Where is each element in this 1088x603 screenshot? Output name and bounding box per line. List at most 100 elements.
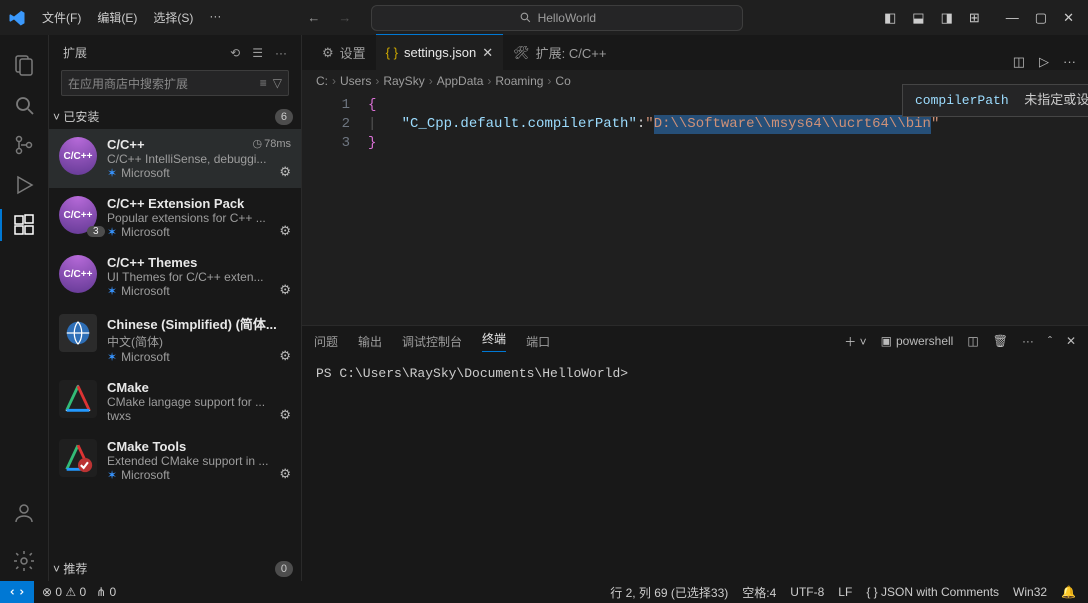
crumb[interactable]: RaySky [383, 74, 424, 88]
extension-name: CMake [107, 380, 291, 395]
recommended-section-header[interactable]: ˅ 推荐 0 [49, 556, 301, 581]
customize-layout-icon[interactable]: ⊞ [969, 10, 980, 26]
crumb[interactable]: Users [340, 74, 371, 88]
extension-item[interactable]: CMake Tools Extended CMake support in ..… [49, 431, 301, 490]
extension-item[interactable]: CMake CMake langage support for ... twxs… [49, 372, 301, 431]
title-bar: 文件(F) 编辑(E) 选择(S) ··· ← → HelloWorld ◧ ⬓… [0, 0, 1088, 35]
terminal-profile-label[interactable]: ▣powershell [881, 334, 954, 348]
status-problems[interactable]: ⊗ 0 ⚠ 0 [42, 585, 86, 599]
extension-desc: C/C++ IntelliSense, debuggi... [107, 152, 291, 166]
terminal-line: PS C:\Users\RaySky\Documents\HelloWorld> [316, 366, 628, 381]
activity-settings[interactable] [0, 541, 48, 581]
gear-icon[interactable]: ⚙ [279, 223, 291, 239]
gear-icon[interactable]: ⚙ [279, 348, 291, 364]
status-ports[interactable]: ⋔ 0 [96, 585, 116, 599]
back-icon[interactable]: ← [307, 10, 320, 25]
panel-tab-terminal[interactable]: 终端 [482, 330, 506, 352]
extension-search-input[interactable]: 在应用商店中搜索扩展 ≡▽ [61, 70, 289, 96]
code-line: 2| "C_Cpp.default.compilerPath": "D:\\So… [302, 115, 1088, 134]
token-brace: } [368, 134, 376, 153]
vscode-logo-icon [8, 9, 26, 27]
toggle-panel-icon[interactable]: ⬓ [912, 10, 924, 26]
panel-more-icon[interactable]: ··· [1022, 334, 1034, 348]
crumb[interactable]: AppData [437, 74, 484, 88]
panel-close-icon[interactable]: ✕ [1066, 334, 1076, 348]
crumb[interactable]: C: [316, 74, 328, 88]
menu-file[interactable]: 文件(F) [36, 5, 87, 30]
gear-icon[interactable]: ⚙ [279, 407, 291, 423]
chevron-down-icon: ˅ [53, 562, 60, 576]
search-clear-icon[interactable]: ≡ [260, 76, 267, 90]
menu-select[interactable]: 选择(S) [147, 5, 199, 30]
tab-settings-json[interactable]: { } settings.json ✕ [376, 34, 503, 70]
verified-icon: ✶ [107, 166, 117, 180]
gear-icon[interactable]: ⚙ [279, 282, 291, 298]
extension-desc: 中文(简体) [107, 333, 291, 350]
panel-tab-debugconsole[interactable]: 调试控制台 [402, 333, 462, 350]
status-encoding[interactable]: UTF-8 [790, 585, 824, 599]
close-icon[interactable]: ✕ [482, 45, 493, 61]
panel-tab-ports[interactable]: 端口 [526, 333, 550, 350]
forward-icon[interactable]: → [338, 10, 351, 25]
menu-more[interactable]: ··· [203, 5, 227, 30]
split-editor-icon[interactable]: ◫ [1013, 54, 1025, 70]
code-editor[interactable]: compilerPath 未指定或设置为 ${default} 时要在配置中使用… [302, 92, 1088, 325]
extension-item[interactable]: Chinese (Simplified) (简体... 中文(简体) ✶Micr… [49, 306, 301, 372]
extension-icon: C/C++ [59, 255, 97, 293]
more-actions-icon[interactable]: ··· [275, 46, 287, 60]
activity-account[interactable] [0, 493, 48, 533]
tab-settings[interactable]: ⚙ 设置 [312, 35, 376, 70]
search-filter-icon[interactable]: ▽ [273, 76, 282, 90]
tooltip-key: compilerPath [915, 93, 1009, 108]
more-tab-actions-icon[interactable]: ··· [1063, 54, 1076, 70]
extension-item[interactable]: C/C++ C/C++ C/C++ IntelliSense, debuggi.… [49, 129, 301, 188]
line-number: 3 [302, 134, 368, 153]
activity-search[interactable] [0, 85, 48, 125]
extensions-list: C/C++ C/C++ C/C++ IntelliSense, debuggi.… [49, 129, 301, 556]
verified-icon: ✶ [107, 468, 117, 482]
verified-icon: ✶ [107, 284, 117, 298]
clear-search-icon[interactable]: ⟲ [230, 46, 240, 60]
gear-icon[interactable]: ⚙ [279, 466, 291, 482]
new-terminal-icon[interactable]: ＋ ˅ [844, 333, 866, 350]
panel-tab-output[interactable]: 输出 [358, 333, 382, 350]
toggle-secondary-icon[interactable]: ◨ [941, 10, 953, 26]
activity-explorer[interactable] [0, 45, 48, 85]
activity-scm[interactable] [0, 125, 48, 165]
token-brace: { [368, 96, 376, 115]
command-center[interactable]: HelloWorld [371, 5, 743, 31]
crumb[interactable]: Roaming [495, 74, 543, 88]
remote-indicator[interactable] [0, 581, 34, 603]
status-platform[interactable]: Win32 [1013, 585, 1047, 599]
extension-item[interactable]: C/C++ C/C++ Themes UI Themes for C/C++ e… [49, 247, 301, 306]
panel-tab-problems[interactable]: 问题 [314, 333, 338, 350]
panel-maximize-icon[interactable]: ˆ [1048, 334, 1052, 348]
gear-icon[interactable]: ⚙ [279, 164, 291, 180]
kill-terminal-icon[interactable]: 🗑 [993, 334, 1008, 348]
extension-item[interactable]: C/C++ 3 C/C++ Extension Pack Popular ext… [49, 188, 301, 247]
status-eol[interactable]: LF [838, 585, 852, 599]
window-maximize-icon[interactable]: ▢ [1035, 10, 1047, 26]
activity-debug[interactable] [0, 165, 48, 205]
braces-icon: { } [386, 45, 398, 60]
status-cursor[interactable]: 行 2, 列 69 (已选择33) [610, 584, 728, 601]
split-terminal-icon[interactable]: ◫ [967, 334, 978, 348]
window-close-icon[interactable]: ✕ [1063, 10, 1074, 26]
installed-section-header[interactable]: ˅ 已安装 6 [49, 104, 301, 129]
run-icon[interactable]: ▷ [1039, 54, 1049, 70]
extension-publisher: Microsoft [121, 468, 170, 482]
activity-extensions[interactable] [0, 205, 48, 245]
filter-icon[interactable]: ☰ [252, 46, 263, 60]
menu-edit[interactable]: 编辑(E) [91, 5, 143, 30]
terminal-content[interactable]: PS C:\Users\RaySky\Documents\HelloWorld> [302, 356, 1088, 581]
window-minimize-icon[interactable]: — [1006, 10, 1019, 25]
status-indent[interactable]: 空格:4 [742, 584, 776, 601]
wrench-icon: 🛠 [513, 45, 530, 61]
status-language[interactable]: { } JSON with Comments [866, 585, 999, 599]
notifications-icon[interactable]: 🔔 [1061, 585, 1076, 599]
terminal-icon: ▣ [881, 334, 892, 348]
sidebar-title: 扩展 [63, 44, 87, 61]
toggle-sidebar-icon[interactable]: ◧ [884, 10, 896, 26]
tab-ext-ccpp[interactable]: 🛠 扩展: C/C++ [503, 35, 616, 70]
crumb[interactable]: Co [555, 74, 570, 88]
